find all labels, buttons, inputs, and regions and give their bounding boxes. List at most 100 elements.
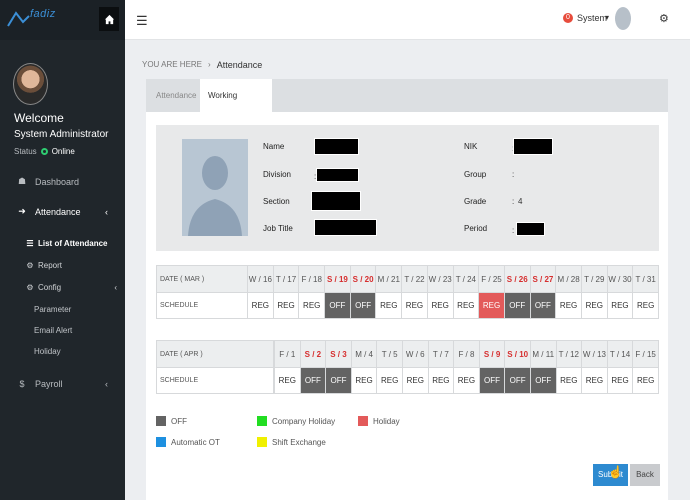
schedule-cell[interactable]: OFF [325,367,352,394]
schedule-cell[interactable]: OFF [324,292,351,319]
breadcrumb-separator: › [208,60,211,69]
home-button[interactable] [99,7,119,31]
nav-list-of-attendance-label: List of Attendance [38,239,108,248]
schedule-cell[interactable]: REG [401,292,428,319]
schedule-cell[interactable]: OFF [529,292,557,319]
user-menu-label[interactable]: System [577,13,607,23]
redacted-job-title [314,219,377,236]
sign-in-icon: ➜ [18,206,26,216]
tab-strip: Attendance Working Schedule [146,79,668,133]
nav-payroll-label: Payroll [35,379,63,389]
schedule-cell[interactable]: REG [426,292,454,319]
schedule-cell[interactable]: REG [376,367,403,394]
schedule-cell[interactable]: REG [478,292,505,319]
online-indicator-icon [40,148,48,155]
legend-label: Holiday [373,416,400,426]
date-cell: W / 23 [426,265,454,293]
tab-attendance[interactable]: Attendance [148,79,204,112]
nav-dashboard-label: Dashboard [35,176,80,187]
nav-parameter[interactable]: Parameter [34,305,71,314]
date-cell: M / 28 [555,265,582,293]
schedule-cell[interactable]: OFF [504,367,531,394]
nav-payroll[interactable]: $ Payroll ‹ [0,379,125,389]
schedule-cell[interactable]: REG [555,292,582,319]
status-value: Online [51,147,75,156]
tab-content: Name : Division : Section : Job Title : … [146,112,668,500]
nav-attendance[interactable]: ➜ Attendance ‹ [0,206,125,217]
nav-holiday[interactable]: Holiday [34,347,61,356]
schedule-cell[interactable]: REG [452,292,480,319]
nav-dashboard[interactable]: ☗ Dashboard [0,176,125,187]
date-cell: T / 17 [272,265,300,293]
date-cell: W / 16 [247,265,274,293]
date-cell: F / 1 [274,340,301,368]
schedule-cell[interactable]: OFF [503,292,531,319]
schedule-cell[interactable]: REG [350,367,378,394]
schedule-row-label: SCHEDULE [156,292,248,319]
nav-report-label: Report [38,261,63,270]
date-cell: T / 31 [632,265,659,293]
schedule-cell[interactable]: REG [632,292,659,319]
schedule-cell[interactable]: REG [453,367,480,394]
date-cell: W / 30 [606,265,634,293]
config-icon: ⚙ [26,283,34,292]
grade-colon: : [512,197,515,206]
schedule-cell[interactable]: REG [272,292,300,319]
nav-report[interactable]: ⚙ Report [25,261,62,270]
date-cell: M / 11 [529,340,557,368]
date-cell: T / 12 [555,340,583,368]
redacted-period [516,222,545,236]
nav-config[interactable]: ⚙ Config ‹ [25,283,117,292]
schedule-cell[interactable]: REG [274,367,301,394]
user-status: Status Online [14,147,75,156]
date-cell: S / 2 [299,340,327,368]
date-cell: S / 3 [325,340,352,368]
schedule-cell[interactable]: REG [581,367,608,394]
chevron-left-icon: ‹ [114,283,117,292]
schedule-cell[interactable]: REG [427,367,455,394]
legend-swatch [156,437,166,447]
schedule-cell[interactable]: REG [247,292,274,319]
notification-badge[interactable]: 0 [563,13,573,23]
breadcrumb: YOU ARE HERE › Attendance [142,60,262,70]
job-title-label: Job Title [263,224,293,233]
schedule-row: SCHEDULE REG REG REG OFF OFF REG REG REG REG REG O… [156,292,659,319]
report-icon: ⚙ [26,261,34,270]
legend-label: Company Holiday [272,416,336,426]
menu-toggle-icon[interactable]: ☰ [136,13,148,29]
dashboard-icon: ☗ [17,176,27,186]
date-row-label: DATE ( APR ) [156,340,274,368]
schedule-cell[interactable]: OFF [529,367,557,394]
schedule-cell[interactable]: OFF [299,367,327,394]
date-cell: S / 19 [324,265,351,293]
schedule-cell[interactable]: REG [375,292,403,319]
legend-item-automatic-ot: Automatic OT [156,437,220,447]
breadcrumb-current[interactable]: Attendance [217,60,263,70]
schedule-cell[interactable]: REG [298,292,326,319]
nav-list-of-attendance[interactable]: ☰ List of Attendance [25,239,107,248]
date-cell: F / 18 [298,265,326,293]
group-colon: : [512,170,515,179]
legend-swatch [358,416,368,426]
date-cell: T / 29 [580,265,608,293]
schedule-cell[interactable]: REG [606,292,634,319]
date-cell: S / 9 [478,340,506,368]
schedule-cell[interactable]: REG [580,292,608,319]
schedule-cell[interactable]: REG [632,367,659,394]
date-row: DATE ( APR ) F / 1S / 2S / 3M / 4T / 5W … [156,340,659,368]
gear-icon[interactable]: ⚙ [659,12,669,25]
schedule-cell[interactable]: REG [606,367,634,394]
caret-down-icon[interactable]: ▾ [605,13,609,22]
legend-label: Automatic OT [171,437,220,447]
back-button[interactable]: Back [630,464,660,486]
tab-working-schedule[interactable]: Working Schedule [200,79,272,133]
schedule-cell[interactable]: REG [555,367,583,394]
nav-email-alert[interactable]: Email Alert [34,326,72,335]
schedule-cell[interactable]: REG [401,367,429,394]
schedule-cell[interactable]: OFF [478,367,506,394]
legend-item-holiday: Holiday [358,416,400,426]
schedule-cell[interactable]: OFF [349,292,377,319]
employee-photo [182,139,248,236]
user-avatar[interactable] [615,7,631,30]
logo-text: fadiz [30,8,56,20]
